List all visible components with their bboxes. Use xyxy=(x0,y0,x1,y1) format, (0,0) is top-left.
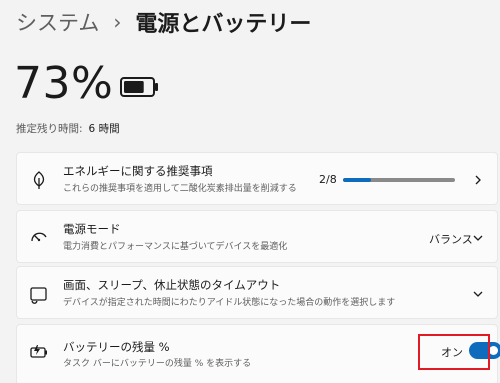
power-mode-desc: 電力消費とパフォーマンスに基づいてデバイスを最適化 xyxy=(63,242,288,252)
battery-icon xyxy=(120,77,158,97)
chevron-down-icon[interactable] xyxy=(472,288,484,300)
battery-percentage-desc: タスク バーにバッテリーの残量 % を表示する xyxy=(63,359,252,369)
screen-sleep-card[interactable]: 画面、スリープ、休止状態のタイムアウト デバイスが指定された時間にわたりアイドル… xyxy=(16,266,498,319)
breadcrumb: システム › 電源とバッテリー xyxy=(16,6,311,38)
gauge-icon xyxy=(31,232,47,242)
chevron-down-icon[interactable] xyxy=(472,232,484,244)
leaf-icon xyxy=(33,171,45,189)
battery-percentage-title: バッテリーの残量 % xyxy=(63,340,170,354)
chevron-right-icon xyxy=(475,175,481,185)
energy-recommendations-desc: これらの推奨事項を適用して二酸化炭素排出量を削減する xyxy=(63,184,297,194)
breadcrumb-parent-system[interactable]: システム xyxy=(16,7,99,37)
energy-recommendations-card[interactable]: エネルギーに関する推奨事項 これらの推奨事項を適用して二酸化炭素排出量を削減する… xyxy=(16,152,498,205)
toggle-highlight-box xyxy=(418,334,490,370)
remaining-time: 推定残り時間: 6 時間 xyxy=(16,121,120,136)
power-mode-title: 電源モード xyxy=(63,222,121,236)
screen-sleep-desc: デバイスが指定された時間にわたりアイドル状態になった場合の動作を選択します xyxy=(63,298,396,308)
toggle-knob xyxy=(489,346,498,355)
energy-recommendations-title: エネルギーに関する推奨事項 xyxy=(63,164,213,178)
battery-charging-icon xyxy=(30,345,47,358)
battery-level-fill xyxy=(124,81,144,93)
power-mode-dropdown[interactable]: バランス xyxy=(429,231,473,247)
energy-progress-fill xyxy=(343,178,371,182)
remaining-time-value: 6 時間 xyxy=(88,123,120,135)
battery-percentage: 73% xyxy=(14,58,114,109)
power-mode-card: 電源モード 電力消費とパフォーマンスに基づいてデバイスを最適化 バランス xyxy=(16,210,498,263)
remaining-time-label: 推定残り時間: xyxy=(16,123,83,135)
energy-progress-bar xyxy=(343,178,455,182)
breadcrumb-separator: › xyxy=(113,10,122,34)
page-title: 電源とバッテリー xyxy=(135,12,312,37)
energy-progress-text: 2/8 xyxy=(319,173,337,186)
screen-sleep-title: 画面、スリープ、休止状態のタイムアウト xyxy=(63,278,281,292)
screen-sleep-icon xyxy=(30,287,47,304)
